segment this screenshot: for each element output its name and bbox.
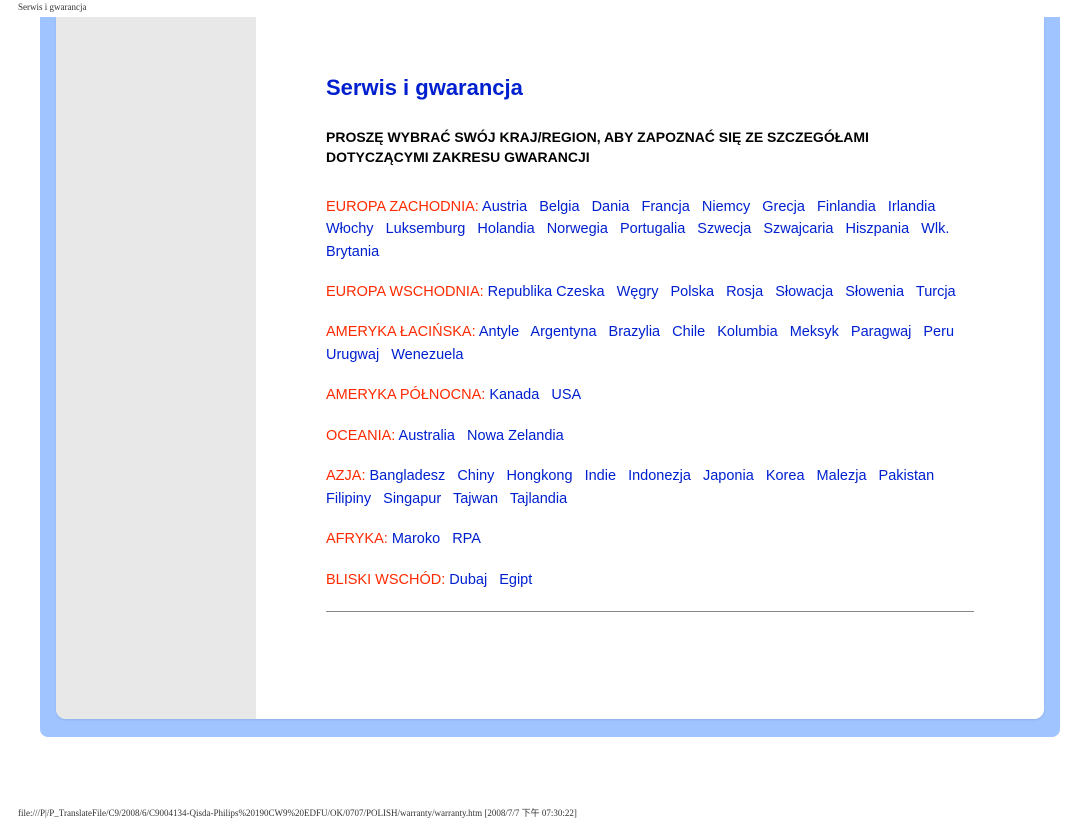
country-link[interactable]: USA [551, 387, 581, 403]
country-link[interactable]: Indonezja [628, 468, 691, 484]
country-link[interactable]: Malezja [817, 468, 867, 484]
regions-container: EUROPA ZACHODNIA: Austria Belgia Dania F… [326, 196, 974, 592]
country-link[interactable]: Wenezuela [391, 347, 463, 363]
country-link[interactable]: Paragwaj [851, 324, 911, 340]
region-label: OCEANIA: [326, 428, 399, 444]
country-link[interactable]: Antyle [479, 324, 519, 340]
footer-file-path: file:///P|/P_TranslateFile/C9/2008/6/C90… [18, 806, 577, 819]
country-link[interactable]: Korea [766, 468, 805, 484]
country-link[interactable]: Szwecja [697, 221, 751, 237]
country-link[interactable]: Włochy [326, 221, 374, 237]
country-link[interactable]: Australia [399, 428, 455, 444]
region-row: AMERYKA ŁACIŃSKA: Antyle Argentyna Brazy… [326, 321, 974, 366]
region-label: EUROPA ZACHODNIA: [326, 199, 482, 215]
region-row: EUROPA WSCHODNIA: Republika Czeska Węgry… [326, 281, 974, 303]
country-link[interactable]: Egipt [499, 572, 532, 588]
country-link[interactable]: Rosja [726, 284, 763, 300]
country-link[interactable]: Słowacja [775, 284, 833, 300]
country-link[interactable]: Indie [585, 468, 616, 484]
country-link[interactable]: Norwegia [547, 221, 608, 237]
region-row: AZJA: Bangladesz Chiny Hongkong Indie In… [326, 465, 974, 510]
country-link[interactable]: Francja [641, 199, 689, 215]
country-link[interactable]: Singapur [383, 491, 441, 507]
country-link[interactable]: RPA [452, 531, 481, 547]
country-link[interactable]: Finlandia [817, 199, 876, 215]
country-link[interactable]: Słowenia [845, 284, 904, 300]
content-area: Serwis i gwarancja PROSZĘ WYBRAĆ SWÓJ KR… [256, 17, 1044, 719]
region-row: OCEANIA: Australia Nowa Zelandia [326, 425, 974, 447]
intro-text: PROSZĘ WYBRAĆ SWÓJ KRAJ/REGION, ABY ZAPO… [326, 127, 974, 168]
country-link[interactable]: Bangladesz [370, 468, 446, 484]
country-link[interactable]: Japonia [703, 468, 754, 484]
country-link[interactable]: Tajwan [453, 491, 498, 507]
country-link[interactable]: Dania [592, 199, 630, 215]
country-link[interactable]: Filipiny [326, 491, 371, 507]
country-link[interactable]: Meksyk [790, 324, 839, 340]
region-label: AFRYKA: [326, 531, 392, 547]
outer-frame: Serwis i gwarancja PROSZĘ WYBRAĆ SWÓJ KR… [40, 17, 1060, 737]
country-link[interactable]: Brazylia [609, 324, 661, 340]
region-label: AMERYKA ŁACIŃSKA: [326, 324, 479, 340]
region-row: EUROPA ZACHODNIA: Austria Belgia Dania F… [326, 196, 974, 263]
country-link[interactable]: Urugwaj [326, 347, 379, 363]
country-link[interactable]: Nowa Zelandia [467, 428, 564, 444]
inner-page: Serwis i gwarancja PROSZĘ WYBRAĆ SWÓJ KR… [56, 17, 1044, 719]
country-link[interactable]: Dubaj [449, 572, 487, 588]
country-link[interactable]: Kanada [489, 387, 539, 403]
country-link[interactable]: Hiszpania [845, 221, 909, 237]
region-row: AMERYKA PÓŁNOCNA: Kanada USA [326, 384, 974, 406]
country-link[interactable]: Belgia [539, 199, 579, 215]
country-link[interactable]: Portugalia [620, 221, 685, 237]
page-title: Serwis i gwarancja [326, 75, 974, 101]
country-link[interactable]: Hongkong [506, 468, 572, 484]
country-link[interactable]: Szwajcaria [763, 221, 833, 237]
country-link[interactable]: Argentyna [530, 324, 596, 340]
region-label: AMERYKA PÓŁNOCNA: [326, 387, 489, 403]
country-link[interactable]: Polska [671, 284, 715, 300]
divider [326, 611, 974, 612]
country-link[interactable]: Holandia [477, 221, 534, 237]
region-label: BLISKI WSCHÓD: [326, 572, 449, 588]
country-link[interactable]: Tajlandia [510, 491, 567, 507]
region-row: BLISKI WSCHÓD: Dubaj Egipt [326, 569, 974, 591]
country-link[interactable]: Grecja [762, 199, 805, 215]
country-link[interactable]: Republika Czeska [488, 284, 605, 300]
country-link[interactable]: Węgry [617, 284, 659, 300]
country-link[interactable]: Kolumbia [717, 324, 777, 340]
country-link[interactable]: Peru [923, 324, 954, 340]
country-link[interactable]: Chiny [457, 468, 494, 484]
region-row: AFRYKA: Maroko RPA [326, 528, 974, 550]
country-link[interactable]: Niemcy [702, 199, 750, 215]
document-header-label: Serwis i gwarancja [18, 2, 86, 12]
country-link[interactable]: Irlandia [888, 199, 936, 215]
region-label: EUROPA WSCHODNIA: [326, 284, 488, 300]
country-link[interactable]: Pakistan [879, 468, 935, 484]
country-link[interactable]: Chile [672, 324, 705, 340]
region-label: AZJA: [326, 468, 370, 484]
sidebar-column [56, 17, 256, 719]
country-link[interactable]: Maroko [392, 531, 440, 547]
country-link[interactable]: Austria [482, 199, 527, 215]
country-link[interactable]: Turcja [916, 284, 956, 300]
country-link[interactable]: Luksemburg [386, 221, 466, 237]
